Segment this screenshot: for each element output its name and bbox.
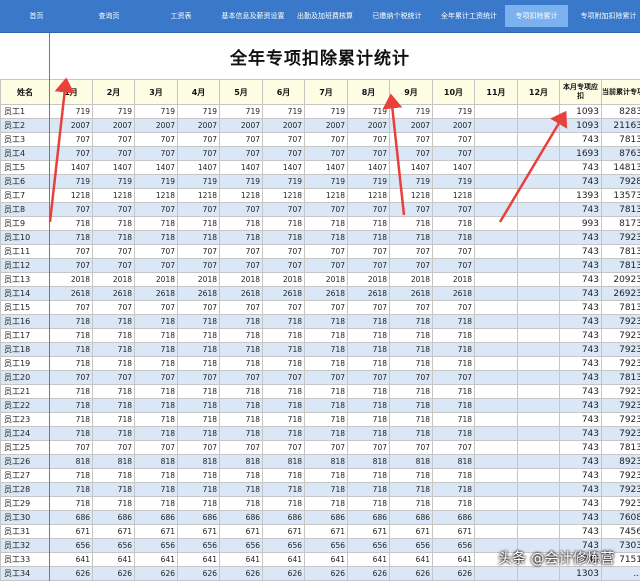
annotation-arrows — [48, 77, 568, 223]
arrow-to-september — [382, 93, 406, 216]
arrow-to-current-deduction — [498, 110, 568, 223]
watermark: 头条 @会计修炼营 — [498, 551, 615, 567]
arrow-to-january — [48, 77, 75, 223]
